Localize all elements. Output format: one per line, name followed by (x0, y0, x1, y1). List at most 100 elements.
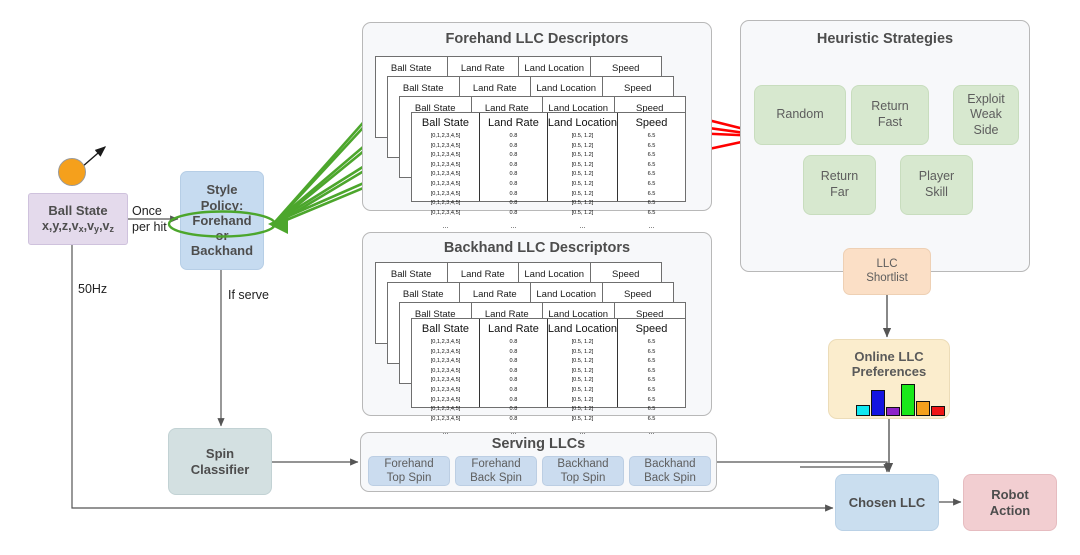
descriptor-cell: [0.5, 1.2] (571, 133, 594, 139)
descriptor-cell: 6.5 (647, 161, 656, 168)
descriptor-cell: [0,1,2,3,4,5] (430, 406, 461, 413)
heuristic-player-skill-l2: Skill (925, 185, 948, 199)
online-prefs-line1: Online LLC (854, 349, 924, 364)
descriptor-cell: 0.8 (509, 415, 518, 422)
heuristic-player-skill[interactable]: Player Skill (900, 155, 973, 215)
serving-llc-backhand-top-spin[interactable]: Backhand Top Spin (542, 456, 624, 486)
descriptor-cell: 0.8 (509, 209, 518, 216)
robot-action-line2: Action (989, 502, 1031, 518)
style-policy-node[interactable]: Style Policy: Forehand or Backhand (180, 171, 264, 270)
online-prefs-line2: Preferences (851, 364, 927, 380)
heuristic-strategies-panel (740, 20, 1030, 272)
descriptor-column-speed: Speed 6.5 6.5 6.5 6.5 6.5 6.5 6.5 6.5 6.5... (618, 113, 685, 230)
descriptor-cell: [0,1,2,3,4,5] (430, 142, 461, 149)
descriptor-cell: [0,1,2,3,4,5] (430, 171, 461, 178)
diagram-canvas: Ball State x,y,z,vx,vy,vz Once per hit 5… (0, 0, 1080, 555)
descriptor-cell: [0.5, 1.2] (571, 406, 594, 413)
heuristic-player-skill-l1: Player (918, 169, 955, 184)
serving-chip-l2: Top Spin (560, 472, 606, 484)
descriptor-ellipsis: ... (579, 223, 586, 231)
descriptor-cell: [0.5, 1.2] (571, 415, 594, 422)
descriptor-cell: 0.8 (509, 348, 518, 355)
descriptor-cell: [0.5, 1.2] (571, 142, 594, 149)
descriptor-ellipsis: ... (510, 223, 517, 231)
descriptor-column-header: Ball State (421, 117, 470, 129)
descriptor-cell: [0,1,2,3,4,5] (430, 133, 461, 139)
edge-label-once: Once (132, 204, 162, 218)
serving-chip-l2: Back Spin (470, 472, 522, 484)
descriptor-column-ball-state: Ball State [0,1,2,3,4,5] [0,1,2,3,4,5] [0,1… (412, 319, 480, 436)
llc-shortlist-line1: LLC (876, 257, 898, 270)
descriptor-ellipsis: ... (510, 429, 517, 437)
serving-llc-forehand-top-spin[interactable]: Forehand Top Spin (368, 456, 450, 486)
descriptor-cell: [0,1,2,3,4,5] (430, 161, 461, 168)
descriptor-column-land-rate: Land Rate 0.8 0.8 0.8 0.8 0.8 0.8 0.8 0.8 0.8... (480, 319, 548, 436)
heuristic-random-label: Random (776, 107, 824, 122)
descriptor-cell: [0.5, 1.2] (571, 200, 594, 207)
chosen-llc-label: Chosen LLC (848, 494, 926, 510)
descriptor-cell: 6.5 (647, 190, 656, 197)
llc-shortlist-line2: Shortlist (866, 271, 908, 284)
heuristic-random[interactable]: Random (754, 85, 846, 145)
descriptor-cell: 6.5 (647, 209, 656, 216)
serving-panel-title: Serving LLCs (491, 436, 586, 452)
descriptor-cell: [0.5, 1.2] (571, 396, 594, 403)
descriptor-ellipsis: ... (442, 429, 449, 437)
heuristic-return-fast[interactable]: Return Fast (851, 85, 929, 145)
chosen-llc-node[interactable]: Chosen LLC (835, 474, 939, 531)
descriptor-cell: [0,1,2,3,4,5] (430, 348, 461, 355)
descriptor-column-land-location: Land Location [0.5, 1.2] [0.5, 1.2] [0.5, 1… (548, 319, 619, 436)
descriptor-cell: [0.5, 1.2] (571, 171, 594, 178)
ball-state-vars: x,y,z,vx,vy,vz (41, 219, 114, 235)
descriptor-cell: 0.8 (509, 142, 518, 149)
serving-llc-forehand-back-spin[interactable]: Forehand Back Spin (455, 456, 537, 486)
heuristic-return-far[interactable]: Return Far (803, 155, 876, 215)
descriptor-cell: [0.5, 1.2] (571, 190, 594, 197)
descriptor-cell: [0,1,2,3,4,5] (430, 358, 461, 365)
descriptor-column-land-location: Land Location [0.5, 1.2] [0.5, 1.2] [0.5, 1… (548, 113, 619, 230)
descriptor-column-speed: Speed 6.5 6.5 6.5 6.5 6.5 6.5 6.5 6.5 6.5... (618, 319, 685, 436)
style-policy-backhand: Backhand (190, 243, 254, 259)
serving-chip-l2: Top Spin (386, 472, 432, 484)
descriptor-cell: [0,1,2,3,4,5] (430, 377, 461, 384)
descriptor-ellipsis: ... (442, 223, 449, 231)
edge-label-per-hit: per hit (132, 220, 167, 234)
descriptor-cell: 0.8 (509, 406, 518, 413)
descriptor-cell: 0.8 (509, 181, 518, 188)
heuristic-exploit-weak-side[interactable]: Exploit Weak Side (953, 85, 1019, 145)
forehand-card-front[interactable]: Ball State [0,1,2,3,4,5] [0,1,2,3,4,5] [0,1… (411, 112, 686, 230)
descriptor-column-header: Land Rate (488, 117, 539, 129)
style-policy-line1: Style (206, 182, 238, 198)
descriptor-cell: 6.5 (647, 367, 656, 374)
spin-classifier-node[interactable]: Spin Classifier (168, 428, 272, 495)
style-policy-forehand: Forehand (192, 212, 252, 228)
descriptor-cell: [0.5, 1.2] (571, 161, 594, 168)
backhand-panel-title: Backhand LLC Descriptors (443, 240, 631, 256)
serving-llc-backhand-back-spin[interactable]: Backhand Back Spin (629, 456, 711, 486)
descriptor-column-header: Land Rate (488, 323, 539, 335)
ball-state-node[interactable]: Ball State x,y,z,vx,vy,vz (28, 193, 128, 245)
heuristic-return-fast-l1: Return (871, 99, 909, 114)
descriptor-cell: 6.5 (647, 171, 656, 178)
robot-action-node[interactable]: Robot Action (963, 474, 1057, 531)
serving-chip-l2: Back Spin (644, 472, 696, 484)
serving-chip-l1: Forehand (471, 457, 521, 470)
heuristic-exploit-l1: Exploit (967, 91, 1005, 106)
descriptor-cell: [0.5, 1.2] (571, 209, 594, 216)
descriptor-cell: 6.5 (647, 358, 656, 365)
backhand-card-front[interactable]: Ball State [0,1,2,3,4,5] [0,1,2,3,4,5] [0,1… (411, 318, 686, 436)
descriptor-cell: 6.5 (647, 142, 656, 149)
heuristics-panel-title: Heuristic Strategies (816, 31, 954, 47)
heuristic-return-far-l2: Far (830, 185, 849, 199)
llc-shortlist-node[interactable]: LLC Shortlist (843, 248, 931, 295)
forehand-panel-title: Forehand LLC Descriptors (445, 31, 629, 47)
descriptor-cell: 0.8 (509, 377, 518, 384)
descriptor-cell: [0.5, 1.2] (571, 152, 594, 159)
heuristic-return-far-l1: Return (820, 169, 859, 184)
descriptor-cell: 6.5 (647, 406, 656, 413)
descriptor-cell: 0.8 (509, 171, 518, 178)
descriptor-cell: [0,1,2,3,4,5] (430, 152, 461, 159)
descriptor-cell: [0,1,2,3,4,5] (430, 190, 461, 197)
descriptor-cell: 0.8 (509, 133, 518, 139)
descriptor-cell: 0.8 (509, 200, 518, 207)
